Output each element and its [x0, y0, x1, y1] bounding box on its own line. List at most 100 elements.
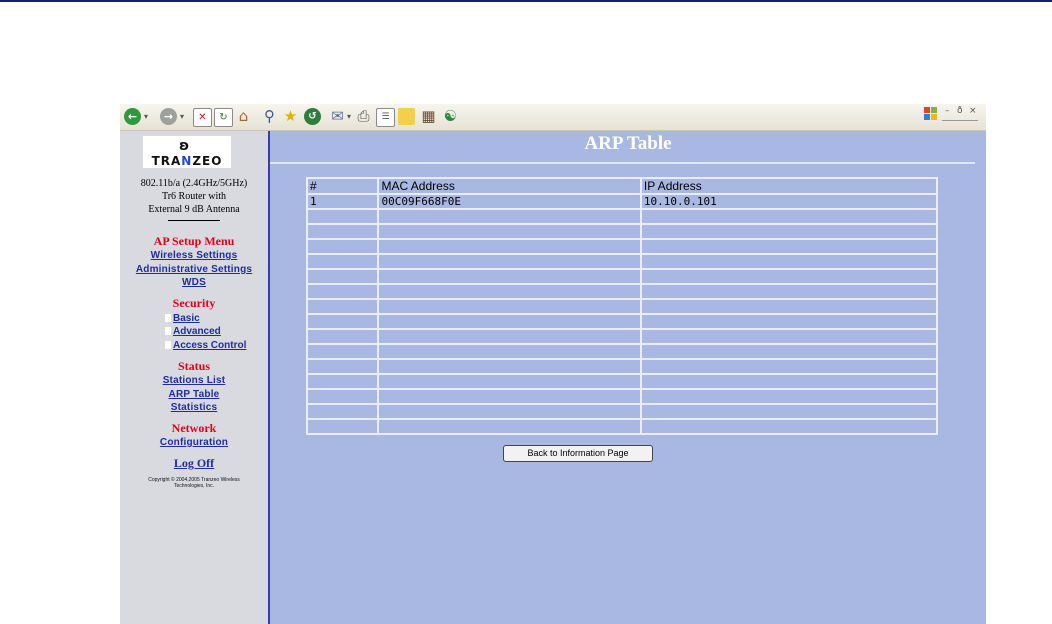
table-body: 1 00C09F668F0E 10.10.0.101 [307, 194, 937, 434]
cell-ip-address [640, 404, 937, 419]
sidebar-link-access-control[interactable]: Access Control [165, 340, 246, 351]
page-title: ARP Table [584, 133, 672, 154]
cell-ip-address [640, 359, 937, 374]
cell-ip-address [640, 209, 937, 224]
minimize-icon[interactable]: – [945, 106, 950, 116]
cell-mac-address [378, 314, 641, 329]
messenger-icon[interactable]: ☯ [442, 108, 459, 125]
status-heading: Status [177, 359, 210, 373]
home-icon[interactable]: ⌂ [235, 108, 252, 125]
mail-dropdown-icon[interactable]: ▾ [346, 108, 352, 125]
cell-mac-address [378, 359, 641, 374]
logo-mark-icon: ʚ [179, 138, 190, 154]
ap-setup-heading: AP Setup Menu [153, 234, 235, 248]
table-row [307, 314, 937, 329]
cell-ip-address [640, 389, 937, 404]
cell-number [307, 299, 379, 314]
network-heading: Network [171, 421, 217, 435]
sidebar-link-configuration[interactable]: Configuration [120, 437, 268, 448]
cell-number [307, 284, 379, 299]
edit-icon[interactable]: ☰ [376, 108, 395, 127]
back-dropdown-icon[interactable]: ▾ [143, 108, 149, 125]
table-row [307, 224, 937, 239]
cell-ip-address [640, 254, 937, 269]
column-header-ip: IP Address [640, 178, 937, 194]
cell-number [307, 224, 379, 239]
close-icon[interactable]: × [969, 106, 977, 116]
cell-mac-address [378, 239, 641, 254]
cell-mac-address [378, 344, 641, 359]
cell-number [307, 254, 379, 269]
cell-ip-address [640, 419, 937, 434]
cell-number [307, 209, 379, 224]
logo-wordmark: TRANZEO [151, 154, 223, 168]
search-icon[interactable]: ⚲ [261, 108, 278, 125]
sidebar-link-administrative-settings[interactable]: Administrative Settings [120, 264, 268, 275]
forward-dropdown-icon[interactable]: ▾ [179, 108, 185, 125]
sidebar-link-advanced[interactable]: Advanced [165, 326, 221, 337]
back-to-information-button[interactable]: Back to Information Page [503, 445, 653, 462]
window-controls: – ð × [924, 106, 980, 126]
restore-icon[interactable]: ð [957, 106, 963, 116]
mail-icon[interactable]: ✉ [329, 108, 346, 125]
copyright-text: Copyright © 2004,2005 Tranzeo Wireless T… [148, 477, 240, 489]
cell-number [307, 419, 379, 434]
windows-logo-icon [924, 107, 938, 121]
table-row [307, 419, 937, 434]
cell-ip-address [640, 284, 937, 299]
table-row [307, 269, 937, 284]
cell-mac-address [378, 224, 641, 239]
sidebar-link-wds[interactable]: WDS [120, 277, 268, 288]
logoff-link[interactable]: Log Off [120, 456, 268, 471]
research-icon[interactable]: ▦ [420, 108, 437, 125]
cell-number [307, 404, 379, 419]
cell-number [307, 314, 379, 329]
back-icon[interactable]: ← [124, 108, 141, 125]
forward-icon[interactable]: → [160, 108, 177, 125]
sidebar-link-arp-table[interactable]: ARP Table [120, 389, 268, 400]
cell-mac-address [378, 299, 641, 314]
table-row [307, 209, 937, 224]
cell-mac-address [378, 404, 641, 419]
security-heading: Security [172, 296, 216, 310]
table-row [307, 329, 937, 344]
cell-mac-address: 00C09F668F0E [378, 194, 641, 209]
cell-mac-address [378, 254, 641, 269]
cell-number [307, 344, 379, 359]
sidebar-link-stations-list[interactable]: Stations List [120, 375, 268, 386]
discuss-icon[interactable] [398, 108, 415, 125]
cell-number [307, 389, 379, 404]
print-icon[interactable]: ⎙ [355, 108, 372, 125]
arp-table: # MAC Address IP Address 1 00C09F668F0E 10… [306, 177, 938, 435]
sidebar-link-statistics[interactable]: Statistics [120, 402, 268, 413]
tranzeo-logo: ʚ TRANZEO [143, 136, 231, 168]
cell-ip-address [640, 299, 937, 314]
cell-number [307, 374, 379, 389]
cell-mac-address [378, 419, 641, 434]
stop-icon[interactable]: ✕ [193, 108, 212, 127]
column-header-number: # [307, 178, 379, 194]
cell-mac-address [378, 374, 641, 389]
table-row [307, 344, 937, 359]
table-row: 1 00C09F668F0E 10.10.0.101 [307, 194, 937, 209]
table-row [307, 404, 937, 419]
cell-ip-address: 10.10.0.101 [640, 194, 937, 209]
sidebar-link-basic[interactable]: Basic [165, 313, 200, 324]
cell-ip-address [640, 314, 937, 329]
favorites-icon[interactable]: ★ [282, 108, 299, 125]
sidebar: ʚ TRANZEO 802.11b/a (2.4GHz/5GHz) Tr6 Ro… [120, 131, 270, 624]
divider [168, 220, 220, 221]
cell-ip-address [640, 374, 937, 389]
table-header-row: # MAC Address IP Address [307, 178, 937, 194]
cell-mac-address [378, 269, 641, 284]
cell-ip-address [640, 224, 937, 239]
cell-ip-address [640, 329, 937, 344]
refresh-icon[interactable]: ↻ [214, 108, 233, 127]
history-icon[interactable]: ↺ [304, 108, 321, 125]
main-content: ARP Table # MAC Address IP Address 1 00C0… [270, 131, 986, 624]
table-row [307, 284, 937, 299]
cell-number [307, 239, 379, 254]
sidebar-link-wireless-settings[interactable]: Wireless Settings [120, 250, 268, 261]
column-header-mac: MAC Address [378, 178, 641, 194]
product-description: 802.11b/a (2.4GHz/5GHz) Tr6 Router with … [140, 178, 248, 215]
